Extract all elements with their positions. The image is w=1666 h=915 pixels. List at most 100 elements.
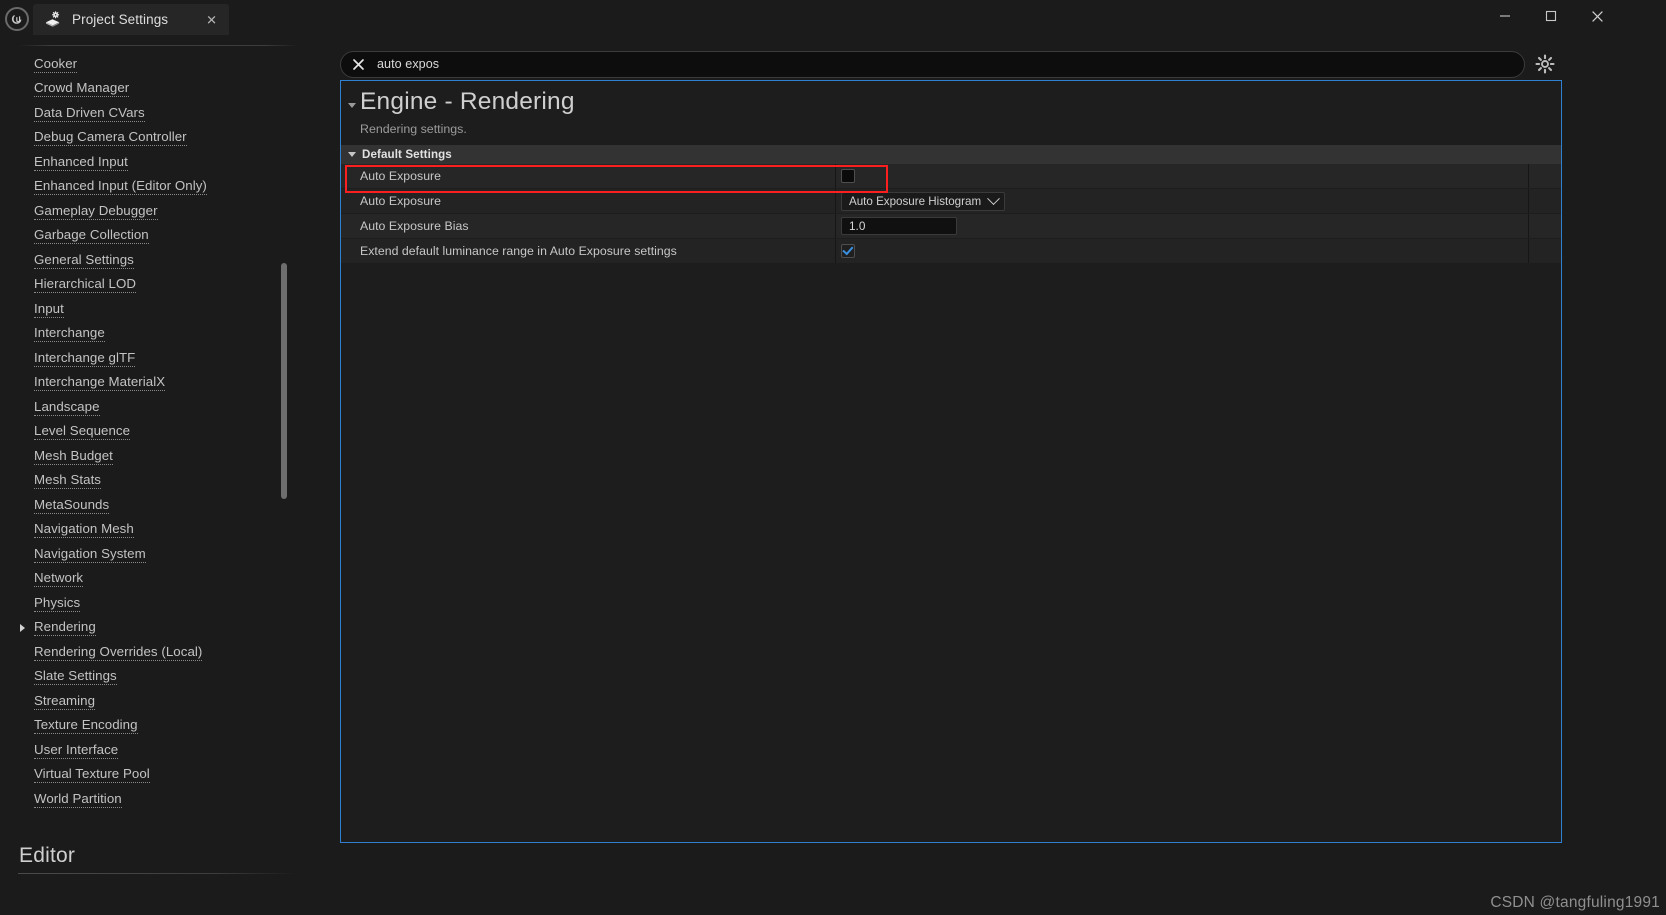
sidebar-item-debug-camera-controller[interactable]: Debug Camera Controller: [0, 126, 300, 151]
sidebar-item-label: Level Sequence: [34, 423, 131, 441]
search-input-value: auto expos: [377, 57, 440, 71]
project-settings-icon: [44, 10, 62, 29]
search-input[interactable]: auto expos: [340, 50, 1525, 78]
numeric-input[interactable]: 1.0: [841, 217, 957, 235]
sidebar-item-enhanced-input-editor-only[interactable]: Enhanced Input (Editor Only): [0, 175, 300, 200]
sidebar-item-label: Landscape: [34, 398, 100, 416]
property-row[interactable]: Auto Exposure Auto Exposure Histogram: [341, 189, 1561, 214]
column-divider: [1528, 189, 1529, 213]
sidebar-item-label: World Partition: [34, 790, 122, 808]
sidebar-item-list: Cooker Crowd Manager Data Driven CVars Debu…: [0, 52, 300, 812]
sidebar-item-label: Enhanced Input (Editor Only): [34, 178, 207, 196]
sidebar-item-label: Interchange glTF: [34, 349, 136, 367]
sidebar-item-garbage-collection[interactable]: Garbage Collection: [0, 224, 300, 249]
sidebar-item-streaming[interactable]: Streaming: [0, 689, 300, 714]
sidebar-item-navigation-mesh[interactable]: Navigation Mesh: [0, 518, 300, 543]
chevron-down-icon[interactable]: [348, 103, 356, 108]
sidebar-item-label: Slate Settings: [34, 668, 117, 686]
sidebar-item-label: Debug Camera Controller: [34, 129, 187, 147]
window-minimize-button[interactable]: [1482, 0, 1528, 32]
column-divider: [835, 239, 836, 263]
sidebar-item-crowd-manager[interactable]: Crowd Manager: [0, 77, 300, 102]
window-maximize-button[interactable]: [1528, 0, 1574, 32]
sidebar-item-label: Gameplay Debugger: [34, 202, 158, 220]
settings-details-panel: Engine - Rendering Rendering settings. D…: [340, 80, 1562, 843]
property-value-cell: [841, 239, 855, 263]
sidebar-item-label: Enhanced Input: [34, 153, 128, 171]
sidebar-item-navigation-system[interactable]: Navigation System: [0, 542, 300, 567]
sidebar-item-gameplay-debugger[interactable]: Gameplay Debugger: [0, 199, 300, 224]
checkbox-unchecked[interactable]: [841, 169, 855, 183]
property-value-cell: 1.0: [841, 214, 957, 238]
sidebar-item-data-driven-cvars[interactable]: Data Driven CVars: [0, 101, 300, 126]
property-name-label: Auto Exposure: [360, 194, 442, 208]
property-name-label: Auto Exposure: [360, 169, 442, 183]
column-divider: [835, 189, 836, 213]
sidebar-item-metasounds[interactable]: MetaSounds: [0, 493, 300, 518]
dropdown-select[interactable]: Auto Exposure Histogram: [841, 191, 1006, 211]
sidebar-item-label: Crowd Manager: [34, 80, 130, 98]
numeric-input-value: 1.0: [849, 219, 866, 233]
sidebar-item-mesh-stats[interactable]: Mesh Stats: [0, 469, 300, 494]
sidebar-item-label: Hierarchical LOD: [34, 276, 137, 294]
sidebar-item-label: Interchange: [34, 325, 105, 343]
sidebar-item-label: Input: [34, 300, 64, 318]
property-value-cell: Auto Exposure Histogram: [841, 189, 1006, 213]
sidebar-divider: [18, 45, 298, 46]
sidebar-item-user-interface[interactable]: User Interface: [0, 738, 300, 763]
window-close-button[interactable]: [1574, 0, 1620, 32]
sidebar-item-rendering-overrides-local[interactable]: Rendering Overrides (Local): [0, 640, 300, 665]
sidebar-item-general-settings[interactable]: General Settings: [0, 248, 300, 273]
tab-project-settings[interactable]: Project Settings ✕: [33, 4, 229, 35]
tab-close-icon[interactable]: ✕: [206, 13, 217, 26]
sidebar-item-cooker[interactable]: Cooker: [0, 52, 300, 77]
sidebar-item-label: Rendering: [34, 619, 96, 637]
sidebar-item-mesh-budget[interactable]: Mesh Budget: [0, 444, 300, 469]
sidebar-item-landscape[interactable]: Landscape: [0, 395, 300, 420]
chevron-down-icon: [987, 191, 1000, 205]
chevron-right-icon[interactable]: [20, 623, 25, 632]
sidebar-item-input[interactable]: Input: [0, 297, 300, 322]
sidebar-section-editor: Editor: [18, 844, 298, 874]
sidebar-item-label: General Settings: [34, 251, 134, 269]
column-divider: [1528, 164, 1529, 188]
sidebar-item-network[interactable]: Network: [0, 567, 300, 592]
sidebar-item-label: Cooker: [34, 55, 78, 73]
sidebar-item-hierarchical-lod[interactable]: Hierarchical LOD: [0, 273, 300, 298]
sidebar-item-interchange-materialx[interactable]: Interchange MaterialX: [0, 371, 300, 396]
sidebar-item-label: Physics: [34, 594, 81, 612]
property-row[interactable]: Auto Exposure Bias 1.0: [341, 214, 1561, 239]
tab-label: Project Settings: [72, 12, 169, 27]
chevron-down-icon: [348, 152, 356, 157]
sidebar-item-label: MetaSounds: [34, 496, 110, 514]
column-divider: [835, 164, 836, 188]
sidebar-item-interchange[interactable]: Interchange: [0, 322, 300, 347]
sidebar-item-label: Mesh Budget: [34, 447, 113, 465]
sidebar-item-label: Navigation Mesh: [34, 521, 134, 539]
column-divider: [1528, 214, 1529, 238]
property-row[interactable]: Auto Exposure: [341, 164, 1561, 189]
sidebar-scrollbar-thumb[interactable]: [281, 263, 287, 499]
sidebar-item-world-partition[interactable]: World Partition: [0, 787, 300, 812]
checkbox-checked[interactable]: [841, 244, 855, 258]
column-divider: [835, 214, 836, 238]
sidebar-section-rule: [18, 873, 298, 874]
property-row-list: Auto Exposure Auto Exposure Auto Exposure …: [341, 164, 1561, 264]
sidebar-item-label: Streaming: [34, 692, 96, 710]
group-header-default-settings[interactable]: Default Settings: [341, 145, 1561, 164]
property-row[interactable]: Extend default luminance range in Auto E…: [341, 239, 1561, 264]
sidebar-item-enhanced-input[interactable]: Enhanced Input: [0, 150, 300, 175]
sidebar-item-rendering[interactable]: Rendering: [0, 616, 300, 641]
sidebar-item-level-sequence[interactable]: Level Sequence: [0, 420, 300, 445]
sidebar-item-label: Network: [34, 570, 84, 588]
sidebar-item-interchange-gltf[interactable]: Interchange glTF: [0, 346, 300, 371]
property-value-cell: [841, 164, 855, 188]
sidebar-item-slate-settings[interactable]: Slate Settings: [0, 665, 300, 690]
search-row: auto expos: [340, 50, 1560, 78]
gear-icon[interactable]: [1535, 54, 1555, 74]
sidebar-item-virtual-texture-pool[interactable]: Virtual Texture Pool: [0, 763, 300, 788]
sidebar-item-texture-encoding[interactable]: Texture Encoding: [0, 714, 300, 739]
sidebar-item-physics[interactable]: Physics: [0, 591, 300, 616]
sidebar-item-label: User Interface: [34, 741, 119, 759]
close-icon[interactable]: [349, 55, 367, 73]
